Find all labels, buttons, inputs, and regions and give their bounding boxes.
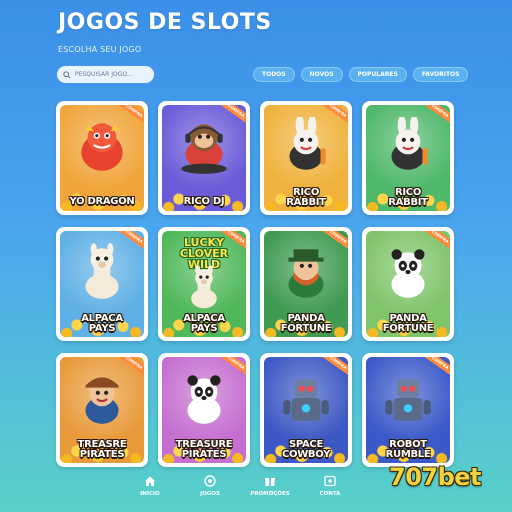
leprechaun-icon	[288, 249, 324, 298]
game-title: PANDA FORTUNE	[280, 313, 332, 334]
nav-label: INÍCIO	[140, 491, 160, 497]
panda-icon	[187, 375, 221, 424]
game-title: ALPACA PAYS	[81, 313, 123, 334]
game-thumbnail: COMPRA YO DRAGON	[60, 105, 144, 211]
pirate-icon	[85, 377, 119, 424]
game-title: SPACE COWBOY	[281, 439, 331, 460]
robot-icon	[283, 379, 329, 421]
game-card[interactable]: LUCKY CLOVER WILD COMPRA ALPACA PAYS	[158, 227, 250, 341]
game-title: ROBOT RUMBLE	[385, 439, 431, 460]
page-subtitle: ESCOLHA SEU JOGO	[58, 45, 142, 54]
game-card[interactable]: COMPRA RICO RABBIT	[362, 101, 454, 215]
alpaca-icon	[191, 265, 217, 309]
filter-tab-favoritos[interactable]: FAVORITOS	[412, 67, 469, 82]
monkey-icon	[181, 124, 227, 174]
gift-icon	[265, 478, 275, 486]
game-thumbnail: COMPRA PANDA FORTUNE	[366, 231, 450, 337]
account-icon	[324, 475, 336, 487]
game-title: RICO RABBIT	[286, 187, 326, 208]
games-icon	[204, 475, 216, 487]
rabbit-icon	[391, 117, 428, 170]
game-thumbnail: COMPRA ROBOT RUMBLE	[366, 357, 450, 463]
game-thumbnail: COMPRA TREASRE PIRATES	[60, 357, 144, 463]
game-card[interactable]: COMPRA SPACE COWBOY	[260, 353, 352, 467]
panda-icon	[391, 249, 425, 298]
rabbit-icon	[289, 117, 326, 170]
nav-item-jogos[interactable]: JOGOS	[180, 475, 240, 505]
game-thumbnail: COMPRA PANDA FORTUNE	[264, 231, 348, 337]
game-thumbnail: COMPRA SPACE COWBOY	[264, 357, 348, 463]
game-card[interactable]: COMPRA ALPACA PAYS	[56, 227, 148, 341]
game-title: TREASURE PIRATES	[175, 439, 233, 460]
filter-tab-populares[interactable]: POPULARES	[348, 67, 407, 82]
game-thumbnail: LUCKY CLOVER WILD COMPRA ALPACA PAYS	[162, 231, 246, 337]
filter-tabs: TODOS NOVOS POPULARES FAVORITOS	[253, 67, 469, 82]
game-card[interactable]: COMPRA PANDA FORTUNE	[362, 227, 454, 341]
nav-label: PROMOÇÕES	[250, 491, 290, 497]
game-title: TREASRE PIRATES	[77, 439, 127, 460]
dragon-icon	[81, 123, 123, 171]
game-thumbnail: COMPRA RICO RABBIT	[366, 105, 450, 211]
filter-tab-todos[interactable]: TODOS	[253, 67, 295, 82]
search-icon	[63, 70, 71, 79]
nav-label: CONTA	[319, 491, 341, 497]
page-header: JOGOS DE SLOTS ESCOLHA SEU JOGO	[58, 10, 272, 54]
brand-logo: 707bet	[389, 463, 482, 491]
game-thumbnail: COMPRA ALPACA PAYS	[60, 231, 144, 337]
search-input[interactable]	[75, 71, 150, 78]
game-thumbnail: COMPRA RICO RABBIT	[264, 105, 348, 211]
game-thumbnail: COMPRA RICO DJ	[162, 105, 246, 211]
nav-item-inicio[interactable]: INÍCIO	[120, 475, 180, 505]
nav-item-promocoes[interactable]: PROMOÇÕES	[240, 475, 300, 505]
search-box[interactable]	[57, 66, 154, 83]
game-title: RICO RABBIT	[388, 187, 428, 208]
filter-tab-novos[interactable]: NOVOS	[300, 67, 343, 82]
game-title: RICO DJ	[183, 196, 225, 207]
page-title: JOGOS DE SLOTS	[58, 10, 272, 35]
bottom-nav: INÍCIO JOGOS PROMOÇÕES CONTA	[120, 475, 360, 505]
game-grid: COMPRA YO DRAGON COMPRA RICO DJ COMPRA RICO RA…	[56, 101, 454, 467]
game-card[interactable]: COMPRA ROBOT RUMBLE	[362, 353, 454, 467]
game-title: YO DRAGON	[69, 196, 135, 207]
game-title: ALPACA PAYS	[183, 313, 225, 334]
game-card[interactable]: COMPRA RICO RABBIT	[260, 101, 352, 215]
game-title: PANDA FORTUNE	[382, 313, 434, 334]
robot-icon	[385, 379, 431, 421]
alpaca-icon	[85, 243, 119, 299]
game-card[interactable]: COMPRA YO DRAGON	[56, 101, 148, 215]
game-card[interactable]: COMPRA PANDA FORTUNE	[260, 227, 352, 341]
game-card[interactable]: COMPRA TREASURE PIRATES	[158, 353, 250, 467]
game-card[interactable]: COMPRA RICO DJ	[158, 101, 250, 215]
nav-item-conta[interactable]: CONTA	[300, 475, 360, 505]
nav-label: JOGOS	[200, 491, 220, 497]
home-icon	[145, 476, 155, 486]
game-card[interactable]: COMPRA TREASRE PIRATES	[56, 353, 148, 467]
game-thumbnail: COMPRA TREASURE PIRATES	[162, 357, 246, 463]
